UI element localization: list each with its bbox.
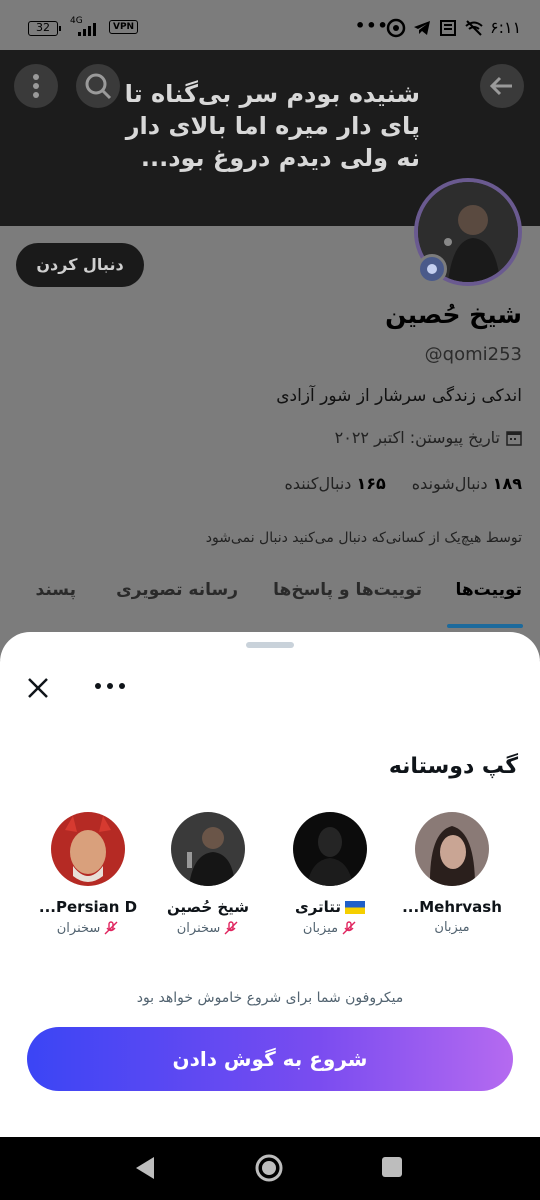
participant-avatar (293, 812, 367, 886)
telegram-icon (414, 21, 430, 35)
tab-tweets-replies[interactable]: توییت‌ها و پاسخ‌ها (273, 580, 422, 600)
participant-name-text: Mehrvash... (402, 898, 502, 916)
participant-name-text: تتاتری (294, 898, 342, 916)
kebab-menu-icon (33, 74, 39, 98)
participant-role-text: سخنران (56, 920, 101, 936)
tab-tweets[interactable]: توییت‌ها (455, 580, 522, 600)
participant-name-text: Persian D... (38, 898, 138, 916)
participant-name: شیخ حُصین (148, 898, 268, 916)
sheet-grabber[interactable] (246, 642, 294, 648)
participant-card[interactable]: شیخ حُصین سخنران (148, 812, 268, 936)
participant-role: میزبان (270, 920, 390, 936)
close-icon[interactable] (24, 674, 52, 702)
mic-off-icon (224, 921, 238, 935)
mutual-followers-note: توسط هیچ‌یک از کسانی‌که دنبال می‌کنید دن… (205, 530, 522, 546)
followers-stat[interactable]: ۱۶۵ دنبال‌کننده (284, 474, 385, 493)
avatar-photo (171, 812, 245, 886)
participant-name: Persian D... (28, 898, 148, 916)
spaces-icon (427, 264, 437, 274)
news-icon (440, 20, 456, 36)
space-bottom-sheet: گپ دوستانه Mehrvash... میزبان تتاتری میز… (0, 632, 540, 1137)
participant-name-text: شیخ حُصین (166, 898, 250, 916)
participant-name: Mehrvash... (392, 898, 512, 916)
battery-level: 32 (36, 21, 50, 34)
participant-card[interactable]: Mehrvash... میزبان (392, 812, 512, 935)
nav-back-icon[interactable] (134, 1155, 158, 1181)
space-title: گپ دوستانه (388, 754, 518, 779)
profile-tabs: توییت‌ها توییت‌ها و پاسخ‌ها رسانه تصویری… (0, 580, 540, 630)
kebab-menu-button[interactable] (14, 64, 58, 108)
participant-role-text: میزبان (434, 920, 470, 935)
system-nav-bar (0, 1137, 540, 1200)
participant-role: سخنران (148, 920, 268, 936)
followers-label: دنبال‌کننده (284, 474, 352, 493)
camera-app-icon (386, 18, 406, 38)
participant-role: سخنران (28, 920, 148, 936)
calendar-icon (506, 430, 522, 446)
profile-handle: @qomi253 (424, 344, 522, 365)
back-button[interactable] (480, 64, 524, 108)
follow-button[interactable]: دنبال کردن (16, 243, 144, 287)
profile-name: شیخ حُصین (385, 300, 522, 329)
join-date: تاریخ پیوستن: اکتبر ۲۰۲۲ (335, 428, 522, 447)
ukraine-flag-icon (345, 900, 366, 914)
join-date-text: تاریخ پیوستن: اکتبر ۲۰۲۲ (334, 428, 500, 447)
participant-role: میزبان (392, 920, 512, 935)
status-bar: 32 4G VPN ••• ۶:۱۱ (0, 0, 540, 50)
start-listening-button[interactable]: شروع به گوش دادن (27, 1027, 513, 1091)
mic-off-icon (342, 921, 356, 935)
wifi-off-icon (465, 20, 483, 36)
participant-role-text: سخنران (176, 920, 221, 936)
participant-avatar (415, 812, 489, 886)
active-tab-indicator (447, 624, 523, 628)
tab-likes[interactable]: پسند (36, 580, 76, 600)
avatar-photo (415, 812, 489, 886)
battery-icon: 32 (28, 21, 61, 36)
participant-avatar (171, 812, 245, 886)
vpn-badge: VPN (109, 20, 139, 34)
following-label: دنبال‌شونده (411, 474, 488, 493)
banner-text: شنیده بودم سر بی‌گناه تا پای دار میره ام… (124, 80, 420, 172)
mic-muted-note: میکروفون شما برای شروع خاموش خواهد بود (136, 990, 404, 1006)
more-notifications-icon: ••• (355, 16, 389, 35)
participant-card[interactable]: Persian D... سخنران (28, 812, 148, 936)
following-stat[interactable]: ۱۸۹ دنبال‌شونده (412, 474, 522, 493)
profile-page: شنیده بودم سر بی‌گناه تا پای دار میره ام… (0, 50, 540, 660)
spaces-live-badge (417, 254, 447, 284)
followers-count: ۱۶۵ (356, 474, 386, 493)
participant-role-text: میزبان (302, 920, 339, 936)
avatar-photo (293, 812, 367, 886)
search-button[interactable] (76, 64, 120, 108)
follow-stats: ۱۸۹ دنبال‌شونده ۱۶۵ دنبال‌کننده (284, 474, 522, 493)
profile-bio: اندکی زندگی سرشار از شور آزادی (276, 386, 522, 406)
following-count: ۱۸۹ (492, 474, 522, 493)
participant-avatar (51, 812, 125, 886)
signal-icon (78, 23, 96, 36)
nav-recents-icon[interactable] (380, 1155, 404, 1179)
more-horizontal-icon[interactable] (90, 672, 130, 700)
participant-name: تتاتری (270, 898, 390, 916)
avatar-photo (51, 812, 125, 886)
clock: ۶:۱۱ (490, 18, 522, 37)
participant-card[interactable]: تتاتری میزبان (270, 812, 390, 936)
nav-home-icon[interactable] (254, 1153, 284, 1183)
mic-off-icon (104, 921, 118, 935)
search-icon (85, 73, 112, 100)
tab-media[interactable]: رسانه تصویری (116, 580, 238, 600)
back-arrow-icon (489, 76, 512, 96)
